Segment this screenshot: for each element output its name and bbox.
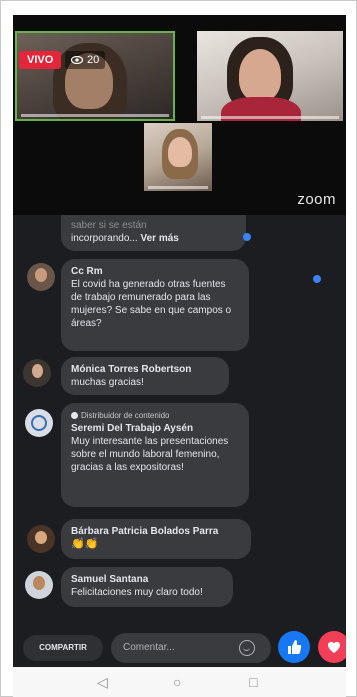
- emoji-icon[interactable]: [239, 640, 255, 656]
- back-icon[interactable]: ◁: [97, 674, 108, 691]
- truncated-comment-line: saber si se están: [71, 220, 147, 231]
- facebook-dot-icon: [243, 233, 251, 241]
- home-icon[interactable]: ○: [173, 674, 181, 690]
- avatar[interactable]: [25, 571, 53, 599]
- comment-bubble[interactable]: Distribuidor de contenido Seremi Del Tra…: [61, 403, 249, 507]
- comment-bubble[interactable]: Bárbara Patricia Bolados Parra 👏👏: [61, 519, 251, 559]
- comment-bubble[interactable]: Mónica Torres Robertson muchas gracias!: [61, 357, 229, 395]
- video-tile-participant-2: [197, 31, 343, 121]
- participant-3-name-bar: [148, 186, 208, 189]
- like-button[interactable]: [278, 631, 310, 663]
- love-reaction-button[interactable]: [318, 631, 346, 663]
- comment-text: Felicitaciones muy claro todo!: [71, 587, 203, 598]
- see-more-link[interactable]: Ver más: [141, 233, 179, 244]
- video-tile-active-speaker: [15, 31, 175, 121]
- live-video[interactable]: VIVO 20 zoom: [13, 15, 346, 215]
- phone-frame: VIVO 20 zoom saber si se están incorpora…: [0, 0, 357, 697]
- thumbs-up-icon: [288, 640, 302, 654]
- heart-icon: [328, 641, 340, 653]
- comment-author[interactable]: Seremi Del Trabajo Aysén: [71, 422, 239, 435]
- comment-text: Muy interesante las presentaciones sobre…: [71, 436, 229, 473]
- participant-2-name-bar: [201, 116, 339, 119]
- comments-list[interactable]: saber si se están incorporando... Ver má…: [13, 215, 346, 627]
- comment-bubble[interactable]: Cc Rm El covid ha generado otras fuentes…: [61, 259, 249, 351]
- participant-2-face: [239, 49, 281, 101]
- comment-author[interactable]: Bárbara Patricia Bolados Parra: [71, 525, 241, 538]
- avatar[interactable]: [27, 263, 55, 291]
- badge-icon: [71, 412, 78, 419]
- recents-icon[interactable]: □: [249, 674, 257, 690]
- comment-bubble[interactable]: Samuel Santana Felicitaciones muy claro …: [61, 567, 233, 607]
- share-button[interactable]: COMPARTIR: [23, 635, 103, 661]
- badge-label: Distribuidor de contenido: [81, 411, 170, 420]
- viewer-count: 20: [65, 51, 106, 69]
- truncated-comment-text: incorporando...: [71, 233, 138, 244]
- comment-author[interactable]: Samuel Santana: [71, 573, 223, 586]
- system-nav-bar: ◁ ○ □: [13, 667, 346, 697]
- avatar[interactable]: [27, 525, 55, 553]
- zoom-logo: zoom: [297, 191, 336, 208]
- viewer-count-value: 20: [87, 54, 100, 66]
- app-screen: VIVO 20 zoom saber si se están incorpora…: [13, 15, 346, 667]
- participant-3-face: [168, 137, 192, 167]
- action-bar: COMPARTIR Comentar...: [13, 627, 346, 667]
- clapping-emoji: 👏👏: [71, 538, 99, 550]
- avatar[interactable]: [25, 409, 53, 437]
- content-distributor-badge: Distribuidor de contenido: [71, 409, 239, 422]
- comment-author[interactable]: Mónica Torres Robertson: [71, 363, 219, 376]
- facebook-dot-icon: [313, 275, 321, 283]
- truncated-comment: saber si se están incorporando... Ver má…: [61, 215, 246, 251]
- video-tile-participant-3: [144, 123, 212, 191]
- eye-icon: [71, 56, 83, 64]
- comment-text: muchas gracias!: [71, 377, 144, 388]
- avatar[interactable]: [23, 359, 51, 387]
- comment-text: El covid ha generado otras fuentes de tr…: [71, 279, 232, 329]
- live-badge: VIVO: [19, 51, 62, 69]
- comment-author[interactable]: Cc Rm: [71, 265, 239, 278]
- participant-1-name-bar: [21, 114, 169, 117]
